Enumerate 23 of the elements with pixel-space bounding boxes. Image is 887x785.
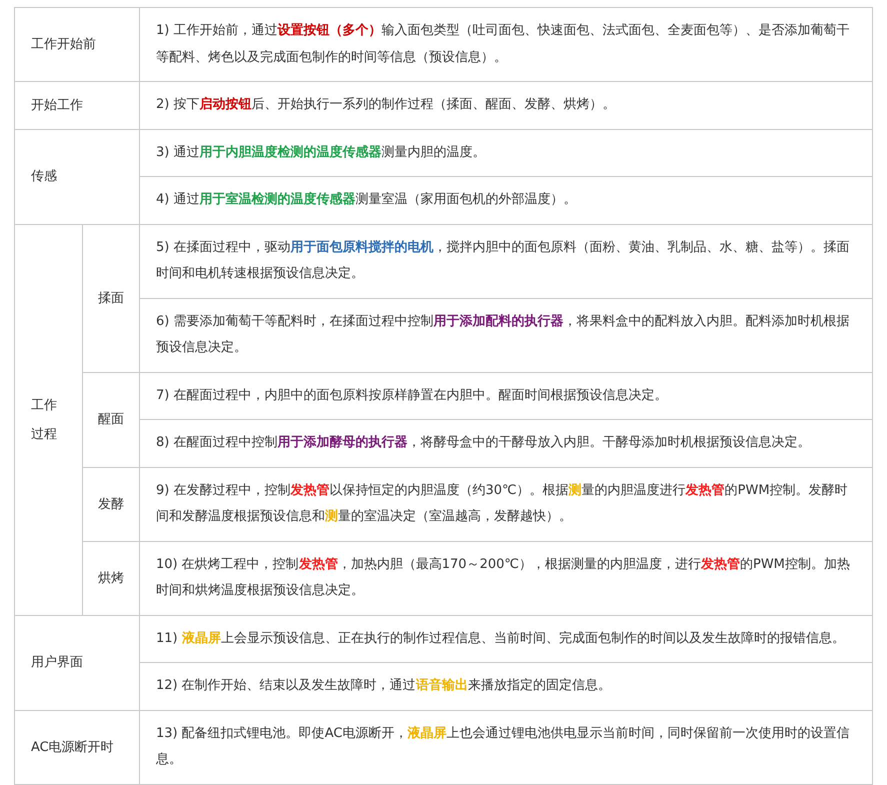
table-cell: 7) 在醒面过程中，内胆中的面包原料按原样静置在内胆中。醒面时间根据预设信息决定。 [140,372,872,419]
table-cell: 6) 需要添加葡萄干等配料时，在揉面过程中控制用于添加配料的执行器，将果料盒中的配料放入内胆。配料添加时机根据预设信息决定。 [140,298,872,372]
table-cell: 13) 配备纽扣式锂电池。即使AC电源断开，液晶屏上也会通过锂电池供电显示当前时间，同时保留前一次使用时的设置信息。 [140,710,872,784]
table-cell: 8) 在醒面过程中控制用于添加酵母的执行器，将酵母盒中的干酵母放入内胆。干酵母添加时机根据预设信息决定。 [140,420,872,466]
row-header: 用户界面 [30,654,84,672]
table-cell: 11) 液晶屏上会显示预设信息、正在执行的制作过程信息、当前时间、完成面包制作的时间以及发生故障时的报错信息。 [140,616,872,662]
row-header: 工作开始前 [30,36,97,54]
row-subheader: 发酵 [98,496,124,514]
row-header: 开始工作 [30,96,84,115]
table-cell: 3) 通过用于内胆温度检测的温度传感器测量内胆的温度。 [140,130,872,176]
row-subheader: 醒面 [98,411,124,429]
table-cell: 4) 通过用于室温检测的温度传感器测量室温（家用面包机的外部温度）。 [140,177,872,224]
row-header: AC电源断开时 [30,738,115,756]
table-cell: 1) 工作开始前，通过设置按钮（多个）输入面包类型（吐司面包、快速面包、法式面包、全麦面包等）、是否添加葡萄干等配料、烤色以及完成面包制作的时间等信息（预设信息）。 [140,8,872,81]
row-subheader: 烘烤 [98,570,124,588]
row-header: 传感 [30,168,58,186]
table-cell: 2) 按下启动按钮后、开始执行一系列的制作过程（揉面、醒面、发酵、烘烤）。 [140,82,872,128]
table-cell: 9) 在发酵过程中，控制发热管以保持恒定的内胆温度（约30℃）。根据测量的内胆温度进行发热管的PWM控制。发酵时间和发酵温度根据预设信息和测量的室温决定（室温越高，发酵越快）。 [140,468,872,540]
table-cell: 12) 在制作开始、结束以及发生故障时，通过语音输出来播放指定的固定信息。 [140,663,872,710]
row-header: 工作过程 [30,396,58,444]
table-cell: 10) 在烘烤工程中，控制发热管，加热内胆（最高170～200℃），根据测量的内胆温度，进行发热管的PWM控制。加热时间和烘烤温度根据预设信息决定。 [140,542,872,614]
row-subheader: 揉面 [98,290,124,308]
table-cell: 5) 在揉面过程中，驱动用于面包原料搅拌的电机，搅拌内胆中的面包原料（面粉、黄油、乳制品、水、糖、盐等）。揉面时间和电机转速根据预设信息决定。 [140,224,872,298]
